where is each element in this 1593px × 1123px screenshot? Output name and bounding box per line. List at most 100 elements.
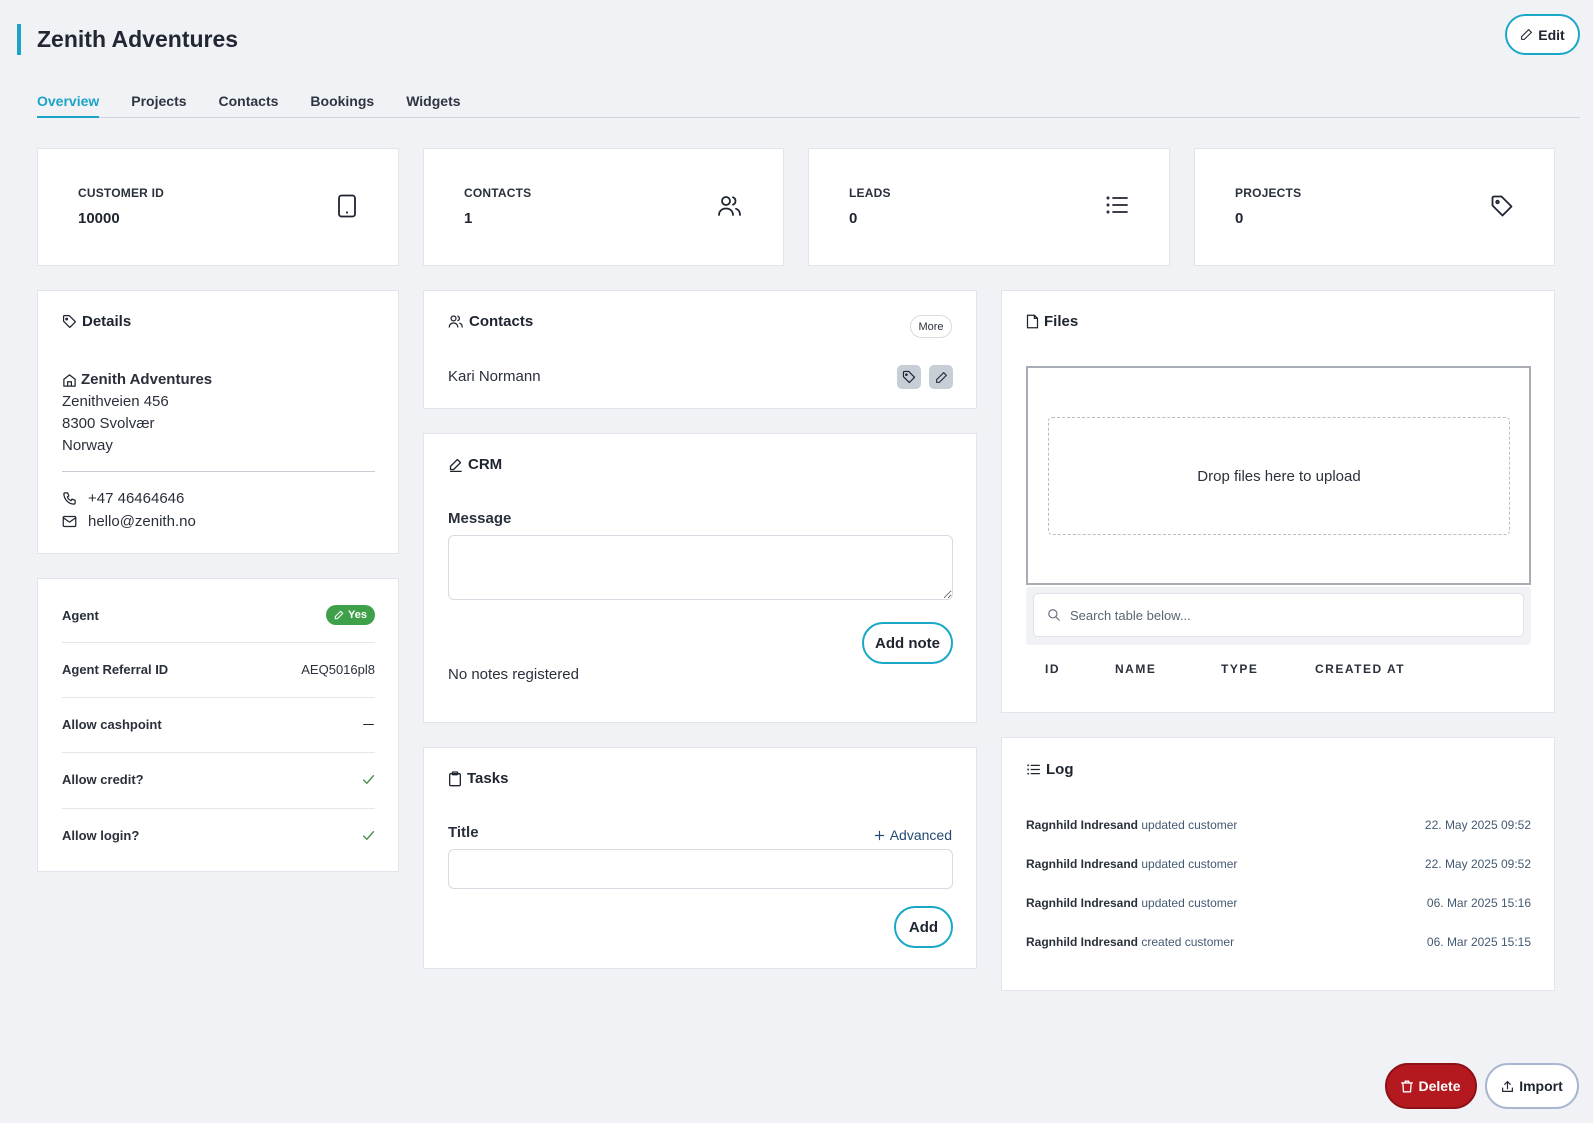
log-timestamp: 06. Mar 2025 15:16 [1426, 896, 1531, 910]
stat-card-customer-id: CUSTOMER ID 10000 [37, 148, 399, 266]
page-title: Zenith Adventures [37, 26, 239, 52]
tablet-icon [336, 194, 358, 218]
details-title: Details [62, 313, 131, 330]
crm-title: CRM [448, 456, 502, 473]
status-badge[interactable]: Yes [326, 605, 375, 625]
email-address[interactable]: hello@zenith.no [88, 513, 196, 530]
column-header-name[interactable]: NAME [1115, 662, 1156, 676]
log-user: Ragnhild Indresand [1026, 935, 1139, 949]
phone-number[interactable]: +47 46464646 [88, 490, 184, 507]
check-icon [362, 829, 375, 842]
stat-value: 0 [849, 210, 858, 227]
column-header-created-at[interactable]: CREATED AT [1315, 662, 1405, 676]
more-button[interactable]: More [910, 315, 952, 338]
phone-line: +47 46464646 [62, 490, 184, 507]
log-entry: Ragnhild Indresand created customer 06. … [1026, 935, 1531, 949]
import-button-label: Import [1519, 1078, 1563, 1094]
import-button[interactable]: Import [1485, 1063, 1579, 1109]
divider [62, 752, 375, 753]
address-country: Norway [62, 437, 113, 454]
log-action: updated customer [1141, 896, 1238, 910]
upload-icon [1501, 1080, 1514, 1093]
crm-title-label: CRM [468, 456, 503, 473]
contacts-title-label: Contacts [469, 313, 534, 330]
contact-name[interactable]: Kari Normann [448, 368, 541, 385]
add-note-button[interactable]: Add note [862, 622, 953, 664]
log-action: created customer [1141, 935, 1235, 949]
users-icon [717, 194, 743, 218]
tag-icon [902, 370, 916, 384]
upload-area[interactable]: Drop files here to upload [1026, 366, 1531, 585]
flag-label: Agent Referral ID [62, 661, 169, 677]
flag-row-login: Allow login? [62, 825, 375, 845]
message-label: Message [448, 510, 512, 527]
log-card: Log Ragnhild Indresand updated customer … [1001, 737, 1555, 991]
company-name-label: Zenith Adventures [81, 371, 213, 388]
log-timestamp: 06. Mar 2025 15:15 [1426, 935, 1531, 949]
table-search-box [1033, 593, 1524, 637]
tasks-title-label: Tasks [467, 770, 509, 787]
log-entry-text: Ragnhild Indresand updated customer [1026, 896, 1237, 910]
flag-row-cashpoint: Allow cashpoint [62, 714, 375, 734]
log-title-label: Log [1046, 761, 1074, 778]
flag-row-agent: Agent Yes [62, 603, 375, 627]
task-title-input[interactable] [448, 849, 953, 889]
tasks-title: Tasks [448, 770, 508, 787]
stat-label: CUSTOMER ID [78, 186, 164, 200]
tab-widgets[interactable]: Widgets [406, 88, 460, 118]
edit-button[interactable]: Edit [1505, 14, 1580, 55]
empty-notes-text: No notes registered [448, 666, 579, 683]
add-task-button[interactable]: Add [894, 906, 953, 948]
delete-button[interactable]: Delete [1385, 1063, 1477, 1109]
mail-icon [62, 514, 77, 529]
log-action: updated customer [1141, 857, 1238, 871]
log-user: Ragnhild Indresand [1026, 818, 1139, 832]
email-line: hello@zenith.no [62, 513, 196, 530]
divider [62, 697, 375, 698]
divider [62, 642, 375, 643]
log-timestamp: 22. May 2025 09:52 [1424, 857, 1531, 871]
edit-contact-button[interactable] [929, 365, 953, 389]
list-icon [1105, 194, 1129, 216]
status-badge-label: Yes [348, 609, 367, 621]
tab-overview[interactable]: Overview [37, 88, 100, 118]
plus-icon [874, 830, 885, 841]
tab-projects[interactable]: Projects [131, 88, 186, 118]
search-input[interactable] [1070, 607, 1490, 623]
tag-icon [62, 314, 77, 329]
advanced-link[interactable]: Advanced [874, 827, 952, 843]
dropzone[interactable]: Drop files here to upload [1048, 417, 1510, 535]
column-header-id[interactable]: ID [1045, 662, 1060, 676]
details-title-label: Details [82, 313, 132, 330]
tag-icon [1490, 194, 1514, 218]
trash-icon [1401, 1080, 1414, 1093]
tag-contact-button[interactable] [897, 365, 921, 389]
column-header-type[interactable]: TYPE [1221, 662, 1258, 676]
referral-id-value: AEQ5016pl8 [301, 661, 375, 677]
company-name: Zenith Adventures [62, 369, 212, 391]
search-icon [1047, 608, 1061, 622]
log-action: updated customer [1141, 818, 1238, 832]
stat-value: 1 [464, 210, 473, 227]
check-icon [362, 773, 375, 786]
file-icon [1026, 314, 1039, 329]
divider [62, 471, 375, 472]
log-user: Ragnhild Indresand [1026, 857, 1139, 871]
flag-label: Agent [62, 607, 99, 623]
stat-value: 10000 [78, 210, 120, 227]
flag-label: Allow cashpoint [62, 716, 162, 732]
tab-bookings[interactable]: Bookings [310, 88, 374, 118]
stat-card-contacts: CONTACTS 1 [423, 148, 784, 266]
pencil-icon [448, 457, 463, 472]
stat-label: LEADS [849, 186, 891, 200]
minus-icon [362, 718, 375, 731]
page-title-bar: Zenith Adventures [17, 24, 238, 55]
stat-label: PROJECTS [1235, 186, 1302, 200]
contacts-card: Contacts More Kari Normann [423, 290, 977, 409]
flag-label: Allow credit? [62, 771, 144, 787]
contacts-title: Contacts [448, 313, 533, 330]
log-entry: Ragnhild Indresand updated customer 22. … [1026, 818, 1531, 832]
tab-contacts[interactable]: Contacts [219, 88, 279, 118]
message-textarea[interactable] [448, 535, 953, 600]
users-icon [448, 314, 464, 329]
